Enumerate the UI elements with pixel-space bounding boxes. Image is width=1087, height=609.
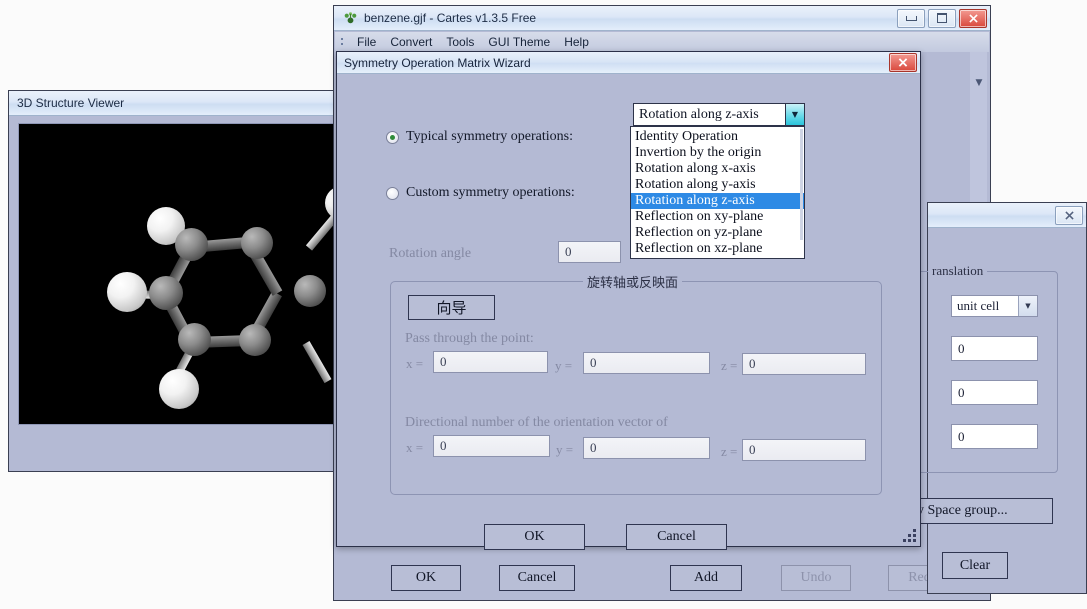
radio-custom-indicator[interactable] bbox=[386, 186, 399, 200]
menu-item-gui-theme[interactable]: GUI Theme bbox=[481, 33, 557, 51]
dropdown-option-reflection-xz[interactable]: Reflection on xz-plane bbox=[631, 241, 804, 257]
dropdown-option-reflection-xy[interactable]: Reflection on xy-plane bbox=[631, 209, 804, 225]
chevron-down-icon[interactable]: ▼ bbox=[972, 76, 986, 90]
translation-group-label: ranslation bbox=[928, 263, 988, 279]
menu-item-convert[interactable]: Convert bbox=[383, 33, 439, 51]
dropdown-option-identity[interactable]: Identity Operation bbox=[631, 129, 804, 145]
viewer-window[interactable]: 3D Structure Viewer bbox=[8, 90, 340, 472]
main-undo-button[interactable]: Undo bbox=[781, 565, 851, 591]
atom-carbon bbox=[178, 323, 211, 356]
rotation-angle-label: Rotation angle bbox=[389, 246, 472, 261]
vector-y-input[interactable]: 0 bbox=[583, 437, 710, 459]
vector-x-label: x = bbox=[406, 440, 424, 455]
main-window-title: benzene.gjf - Cartes v1.3.5 Free bbox=[364, 11, 537, 25]
close-icon[interactable] bbox=[1055, 205, 1083, 225]
dropdown-option-rotation-z[interactable]: Rotation along z-axis bbox=[631, 193, 804, 209]
molecule-canvas[interactable] bbox=[18, 123, 334, 425]
main-titlebar-buttons[interactable] bbox=[897, 8, 987, 28]
axis-or-plane-group-label: 旋转轴或反映面 bbox=[583, 272, 683, 291]
main-add-button[interactable]: Add bbox=[670, 565, 742, 591]
minimize-icon[interactable] bbox=[897, 8, 925, 28]
by-space-group-button[interactable]: by Space group... bbox=[901, 498, 1053, 524]
rotation-angle-input[interactable]: 0 bbox=[558, 241, 621, 263]
dropdown-option-inversion[interactable]: Invertion by the origin bbox=[631, 145, 804, 161]
vector-z-label: z = bbox=[721, 444, 738, 459]
main-button-row: OK Cancel Add Undo Redo bbox=[335, 565, 989, 591]
dropdown-option-rotation-x[interactable]: Rotation along x-axis bbox=[631, 161, 804, 177]
symmetry-operation-dropdown-list[interactable]: Identity Operation Invertion by the orig… bbox=[630, 126, 805, 259]
symmetry-operation-combobox[interactable]: Rotation along z-axis ▼ bbox=[633, 103, 805, 126]
chevron-down-icon[interactable]: ▼ bbox=[785, 104, 804, 125]
translation-z-input[interactable]: 0 bbox=[951, 424, 1038, 449]
translation-titlebar[interactable] bbox=[928, 203, 1086, 228]
translation-x-input[interactable]: 0 bbox=[951, 336, 1038, 361]
point-x-label: x = bbox=[406, 356, 424, 371]
vector-y-label: y = bbox=[556, 442, 574, 457]
radio-typical-symmetry[interactable]: Typical symmetry operations: bbox=[386, 129, 573, 145]
point-x-input[interactable]: 0 bbox=[433, 351, 548, 373]
wizard-title: Symmetry Operation Matrix Wizard bbox=[344, 55, 531, 70]
atom-carbon bbox=[149, 276, 183, 310]
main-titlebar[interactable]: benzene.gjf - Cartes v1.3.5 Free bbox=[334, 6, 990, 31]
main-cancel-button[interactable]: Cancel bbox=[499, 565, 575, 591]
clear-button[interactable]: Clear bbox=[942, 552, 1008, 579]
viewer-title: 3D Structure Viewer bbox=[17, 96, 125, 110]
unit-combobox[interactable]: unit cell ▼ bbox=[951, 295, 1038, 317]
vector-x-input[interactable]: 0 bbox=[433, 435, 550, 457]
atom-carbon bbox=[175, 228, 208, 261]
wizard-cancel-button[interactable]: Cancel bbox=[626, 524, 727, 550]
atom-carbon bbox=[239, 324, 271, 356]
wizard-ok-button[interactable]: OK bbox=[484, 524, 585, 550]
atom-carbon bbox=[241, 227, 273, 259]
point-z-label: z = bbox=[721, 358, 738, 373]
dropdown-scrollbar[interactable] bbox=[800, 129, 803, 240]
atom-carbon bbox=[294, 275, 326, 307]
radio-custom-label: Custom symmetry operations: bbox=[406, 185, 575, 200]
resize-grip-icon[interactable] bbox=[903, 529, 917, 543]
vector-z-input[interactable]: 0 bbox=[742, 439, 866, 461]
point-z-input[interactable]: 0 bbox=[742, 353, 866, 375]
unit-combobox-value: unit cell bbox=[957, 298, 1000, 313]
axis-or-plane-groupbox: 旋转轴或反映面 向导 Pass through the point: x = 0… bbox=[390, 272, 882, 495]
chevron-down-icon[interactable]: ▼ bbox=[1018, 296, 1037, 316]
menu-item-file[interactable]: File bbox=[350, 33, 383, 51]
atom-hydrogen bbox=[159, 369, 199, 409]
translation-body: ranslation unit cell ▼ 0 0 0 by Space gr… bbox=[899, 229, 1085, 592]
orientation-vector-label: Directional number of the orientation ve… bbox=[405, 415, 668, 430]
close-icon[interactable] bbox=[959, 8, 987, 28]
main-menubar[interactable]: File Convert Tools GUI Theme Help bbox=[335, 32, 989, 52]
bond-c-h bbox=[305, 211, 333, 251]
symmetry-operation-value: Rotation along z-axis bbox=[639, 106, 759, 122]
point-y-label: y = bbox=[555, 358, 573, 373]
wizard-titlebar[interactable]: Symmetry Operation Matrix Wizard bbox=[337, 52, 920, 74]
radio-typical-label: Typical symmetry operations: bbox=[406, 129, 573, 144]
main-ok-button[interactable]: OK bbox=[391, 565, 461, 591]
wizard-helper-button[interactable]: 向导 bbox=[408, 295, 495, 320]
maximize-icon[interactable] bbox=[928, 8, 956, 28]
translation-y-input[interactable]: 0 bbox=[951, 380, 1038, 405]
molecule-icon bbox=[342, 10, 358, 26]
bond-c-h bbox=[302, 341, 332, 384]
translation-window[interactable]: ranslation unit cell ▼ 0 0 0 by Space gr… bbox=[899, 202, 1087, 594]
menu-item-tools[interactable]: Tools bbox=[439, 33, 481, 51]
wizard-close-icon[interactable] bbox=[889, 53, 917, 72]
radio-custom-symmetry[interactable]: Custom symmetry operations: bbox=[386, 185, 575, 201]
wizard-body: Typical symmetry operations: Custom symm… bbox=[337, 74, 920, 550]
menu-grip-icon bbox=[339, 36, 347, 48]
viewer-titlebar[interactable]: 3D Structure Viewer bbox=[9, 91, 339, 116]
pass-through-point-label: Pass through the point: bbox=[405, 331, 534, 346]
atom-hydrogen bbox=[107, 272, 147, 312]
radio-typical-indicator[interactable] bbox=[386, 130, 399, 144]
symmetry-wizard-dialog[interactable]: Symmetry Operation Matrix Wizard Typical… bbox=[336, 51, 921, 550]
dropdown-option-rotation-y[interactable]: Rotation along y-axis bbox=[631, 177, 804, 193]
menu-item-help[interactable]: Help bbox=[557, 33, 596, 51]
point-y-input[interactable]: 0 bbox=[583, 352, 710, 374]
dropdown-option-reflection-yz[interactable]: Reflection on yz-plane bbox=[631, 225, 804, 241]
